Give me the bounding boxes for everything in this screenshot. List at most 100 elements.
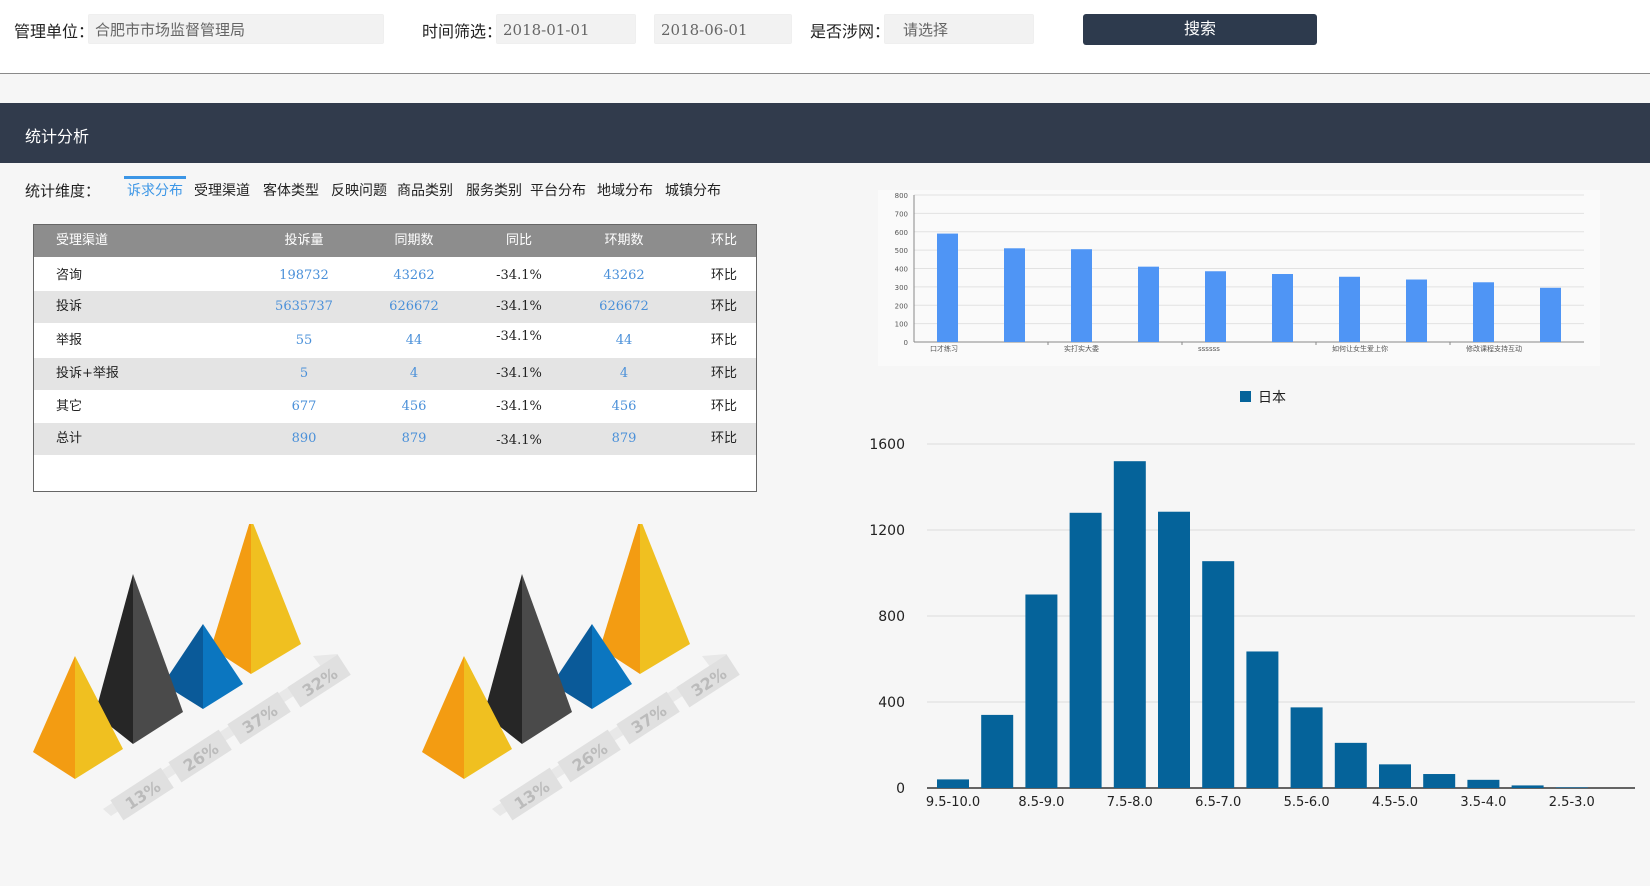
table-cell: 环比 <box>710 399 737 414</box>
table-cell-link[interactable]: 4 <box>559 358 689 390</box>
y-tick-label: 0 <box>896 781 905 797</box>
table-cell-link[interactable]: 44 <box>354 325 474 357</box>
table-cell: 投诉 <box>56 299 83 314</box>
dimension-label: 统计维度： <box>25 182 101 200</box>
table-cell: 环比 <box>710 333 737 348</box>
x-tick-label: 9.5-10.0 <box>926 795 980 810</box>
x-tick-label: 8.5-9.0 <box>1018 795 1064 810</box>
column-header: 同期数 <box>394 233 434 248</box>
table-row: 总计 890 879 -34.1% 879 环比 <box>34 423 756 455</box>
bar <box>1138 266 1159 342</box>
end-date-input[interactable]: 2018-06-01 <box>654 14 792 44</box>
bar <box>1202 561 1235 788</box>
tab-town-distribution[interactable]: 城镇分布 <box>662 176 724 204</box>
table-cell: 环比 <box>710 268 737 283</box>
table-cell-link[interactable]: 4 <box>354 358 474 390</box>
table-cell-link[interactable]: 456 <box>354 391 474 423</box>
tab-appeal-distribution[interactable]: 诉求分布 <box>124 176 186 204</box>
table-cell-link[interactable]: 5635737 <box>234 291 374 323</box>
table-cell-link[interactable]: 43262 <box>354 260 474 292</box>
bar <box>937 779 969 788</box>
y-tick-label: 800 <box>895 192 908 200</box>
tab-acceptance-channel[interactable]: 受理渠道 <box>191 176 253 204</box>
bar <box>1205 271 1226 342</box>
bar <box>1334 742 1367 788</box>
pyramid-infographic: 13% 26% 37% 32% <box>422 518 770 840</box>
column-header: 环比 <box>710 233 737 248</box>
table-cell: 环比 <box>710 366 737 381</box>
bar <box>1158 511 1190 788</box>
table-cell-link[interactable]: 55 <box>234 325 374 357</box>
stats-table: 受理渠道 投诉量 同期数 同比 环期数 环比 咨询 198732 43262 -… <box>33 224 757 492</box>
table-cell-link[interactable]: 5 <box>234 358 374 390</box>
table-row: 投诉 5635737 626672 -34.1% 626672 环比 <box>34 291 756 323</box>
table-cell: 投诉+举报 <box>56 366 119 381</box>
table-cell-link[interactable]: 198732 <box>234 260 374 292</box>
tab-platform-distribution[interactable]: 平台分布 <box>527 176 589 204</box>
y-tick-label: 500 <box>895 247 908 255</box>
table-row: 投诉+举报 5 4 -34.1% 4 环比 <box>34 358 756 390</box>
yellow-pyramid-right-face <box>251 518 301 674</box>
dark-pyramid-right-face <box>522 574 572 744</box>
bar <box>1071 249 1092 342</box>
section-header: 统计分析 <box>0 103 1650 163</box>
bar <box>1025 594 1058 788</box>
histogram-chart-svg: 0 400 800 1200 1600 日本 9.5-10.0 8.5-9.0 7.5-8.0 6… <box>869 390 1635 810</box>
tab-region-distribution[interactable]: 地域分布 <box>594 176 656 204</box>
online-select[interactable]: 请选择 <box>884 14 1034 44</box>
start-date-input[interactable]: 2018-01-01 <box>496 14 636 44</box>
pyramid-illustration: 13% 26% 37% 32% <box>422 518 740 821</box>
table-cell: 咨询 <box>56 268 83 283</box>
bar <box>1406 279 1427 342</box>
pyramid-illustration: 13% 26% 37% 32% <box>33 518 351 821</box>
table-cell-link[interactable]: 879 <box>559 423 689 455</box>
column-header: 受理渠道 <box>56 233 109 248</box>
dashboard: 管理单位： 合肥市市场监督管理局 时间筛选： 2018-01-01 2018-0… <box>0 0 1650 886</box>
table-row: 咨询 198732 43262 -34.1% 43262 环比 <box>34 260 756 292</box>
x-tick-label: ssssss <box>1198 345 1220 353</box>
table-row: 举报 55 44 -34.1% 44 环比 <box>34 325 756 357</box>
legend-label: 日本 <box>1258 390 1286 406</box>
table-cell: 举报 <box>56 333 83 348</box>
x-tick-label: 7.5-8.0 <box>1107 795 1153 810</box>
y-tick-label: 700 <box>895 210 908 218</box>
unit-select[interactable]: 合肥市市场监督管理局 <box>88 14 384 44</box>
tab-object-type[interactable]: 客体类型 <box>260 176 322 204</box>
pyramid-infographic: 13% 26% 37% 32% <box>33 518 381 840</box>
table-cell-link[interactable]: 626672 <box>559 291 689 323</box>
tab-goods-category[interactable]: 商品类别 <box>394 176 456 204</box>
bar <box>1004 248 1025 342</box>
orange-pyramid-left-face <box>33 656 75 779</box>
dark-pyramid-right-face <box>133 574 183 744</box>
bar-chart-small: 0 100 200 300 400 500 600 700 800 口才练习 实打实大委 ssssss… <box>878 190 1600 366</box>
y-tick-label: 100 <box>895 321 908 329</box>
x-tick-label: 实打实大委 <box>1064 344 1099 353</box>
table-cell: 环比 <box>710 431 737 446</box>
bar <box>1069 512 1102 788</box>
y-tick-label: 0 <box>904 339 908 347</box>
online-label: 是否涉网： <box>810 22 891 41</box>
table-cell-link[interactable]: 456 <box>559 391 689 423</box>
bar <box>1339 276 1360 342</box>
y-tick-label: 800 <box>878 609 905 625</box>
tab-reported-issue[interactable]: 反映问题 <box>328 176 390 204</box>
bar <box>981 714 1014 788</box>
table-cell-link[interactable]: 677 <box>234 391 374 423</box>
table-cell-link[interactable]: 890 <box>234 423 374 455</box>
table-cell-link[interactable]: 626672 <box>354 291 474 323</box>
table-cell-link[interactable]: 44 <box>559 325 689 357</box>
section-title: 统计分析 <box>25 127 90 146</box>
tab-service-category[interactable]: 服务类别 <box>463 176 525 204</box>
x-tick-label: 口才练习 <box>930 344 958 353</box>
table-cell-link[interactable]: 43262 <box>559 260 689 292</box>
x-tick-label: 修改课程支持互动 <box>1466 344 1522 353</box>
table-cell: 总计 <box>56 431 83 446</box>
search-button[interactable]: 搜索 <box>1083 14 1317 45</box>
column-header: 环期数 <box>604 233 644 248</box>
legend-swatch <box>1240 391 1251 402</box>
x-tick-label: 2.5-3.0 <box>1549 795 1595 810</box>
x-tick-label: 3.5-4.0 <box>1460 795 1506 810</box>
table-cell-link[interactable]: 879 <box>354 423 474 455</box>
x-tick-label: 4.5-5.0 <box>1372 795 1418 810</box>
bar <box>1246 651 1279 788</box>
